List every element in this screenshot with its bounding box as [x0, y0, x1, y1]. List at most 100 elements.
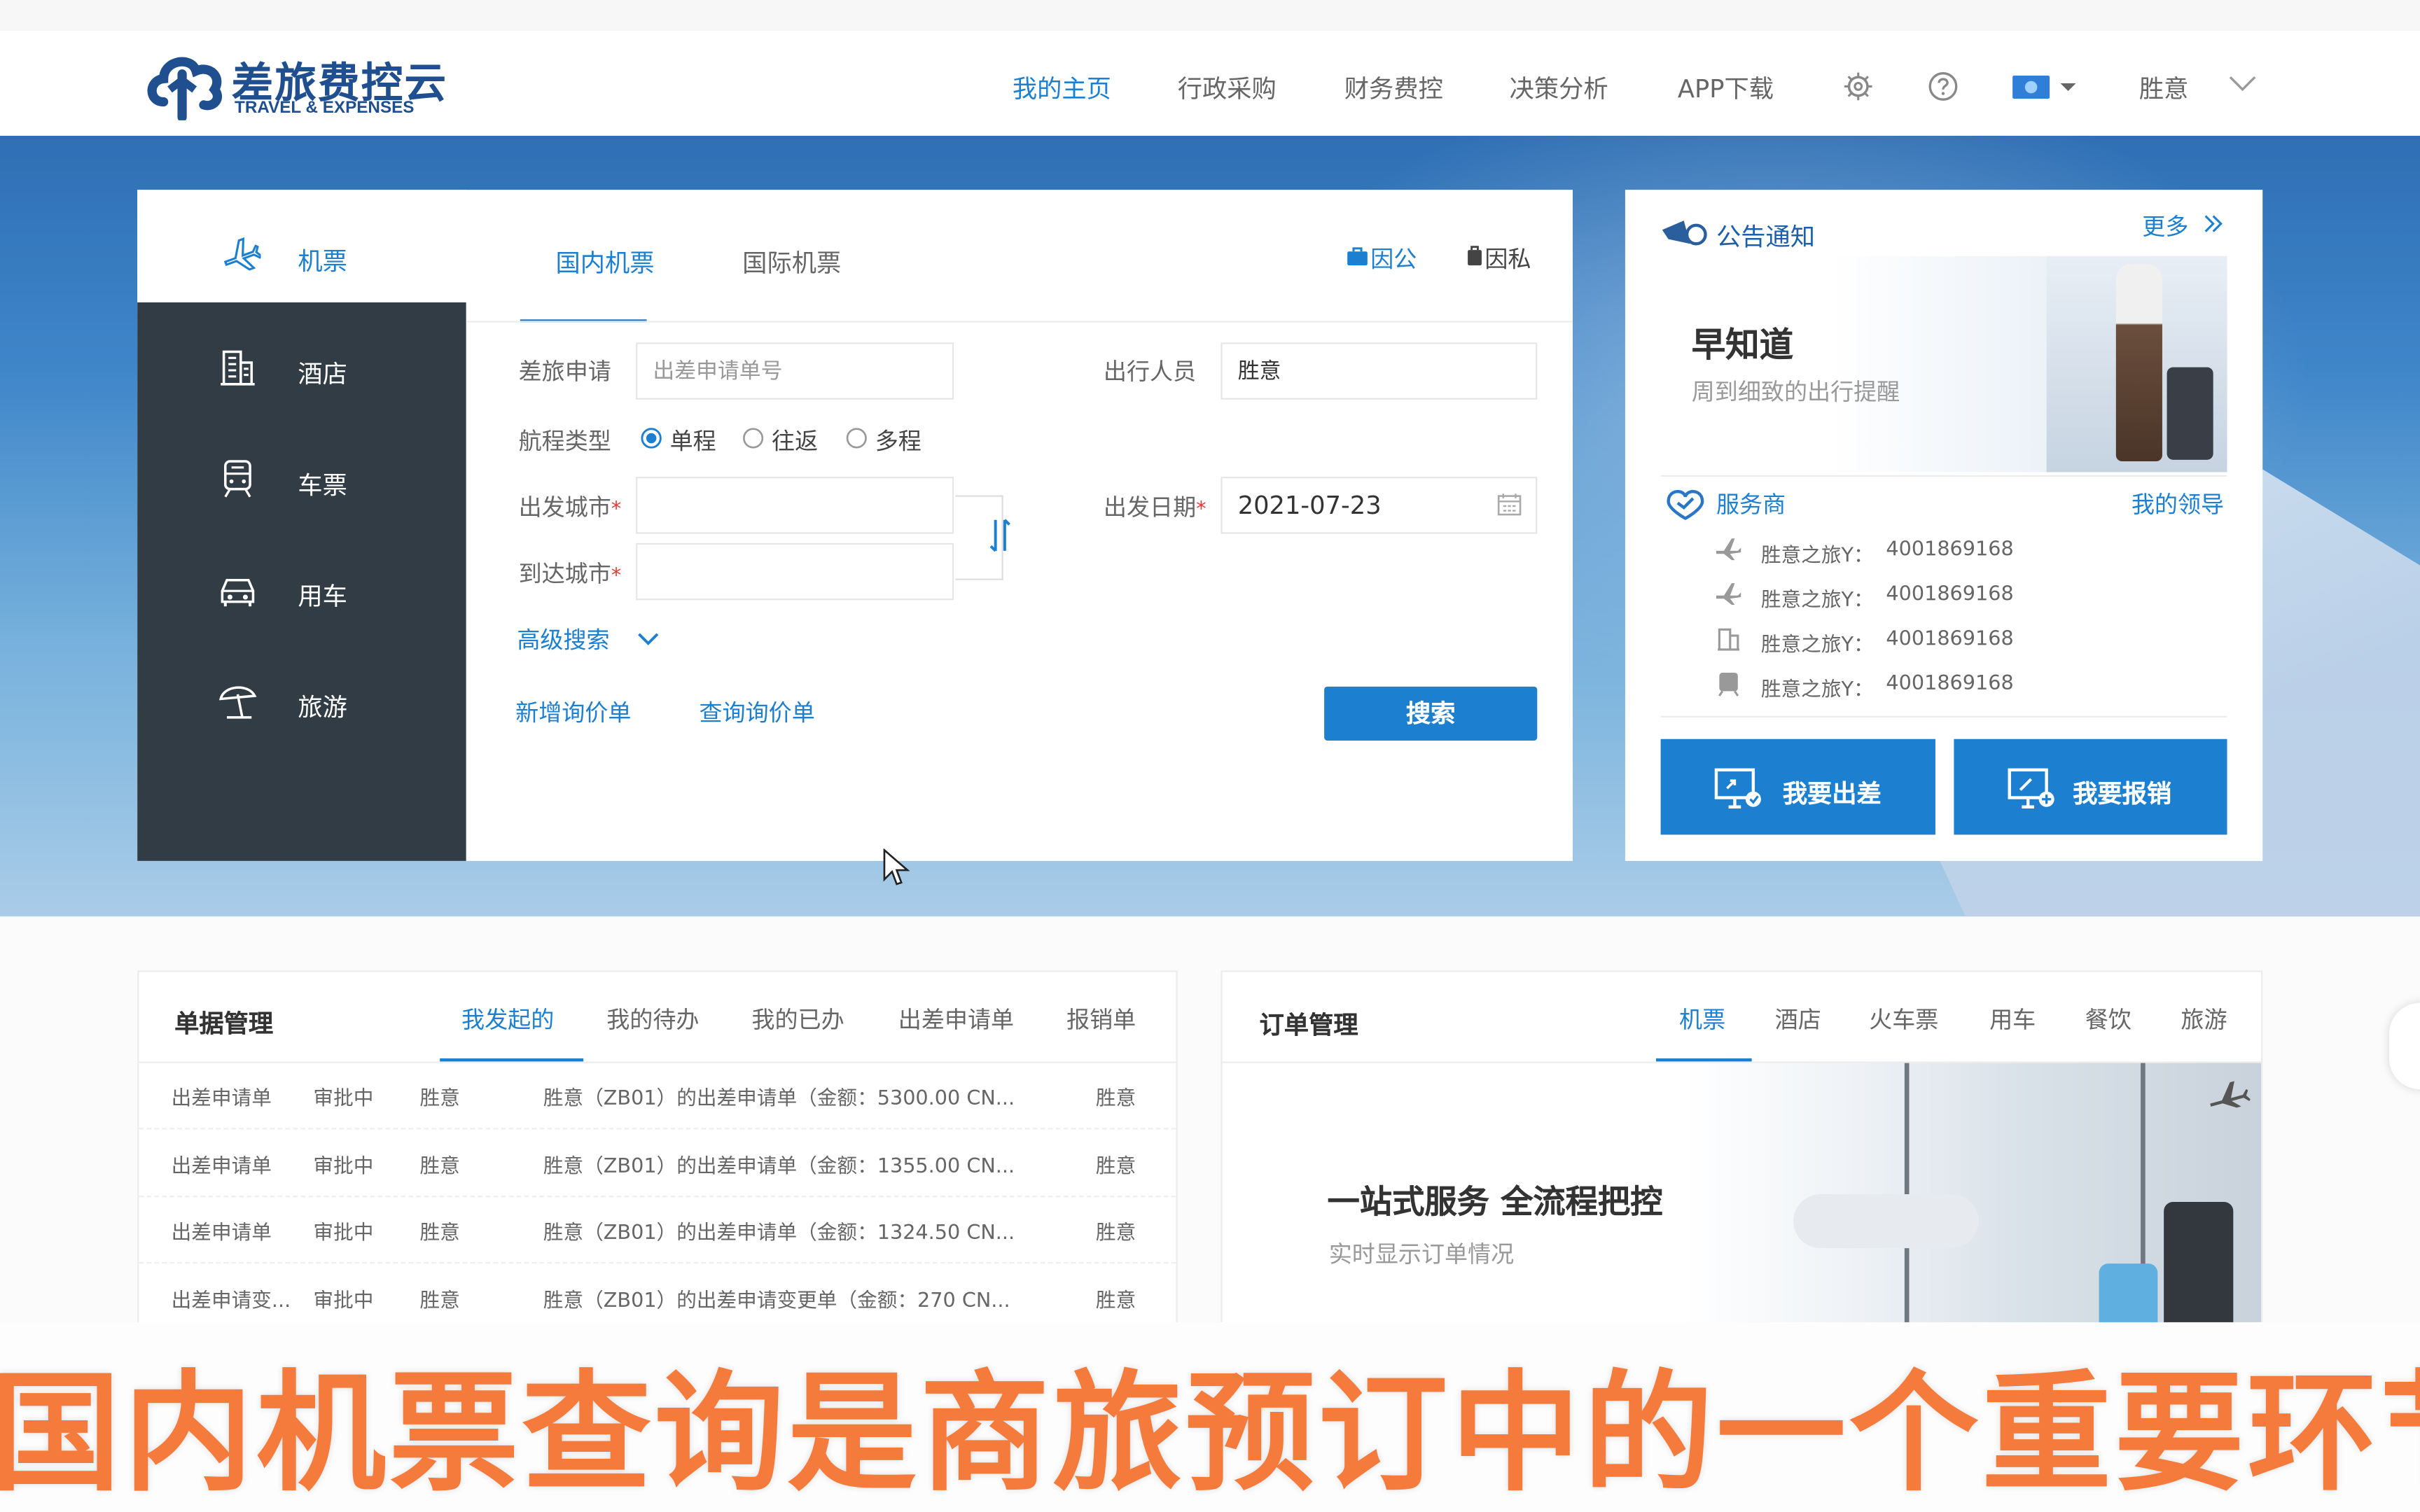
help-icon[interactable]: [1928, 71, 1959, 102]
reimburse-button[interactable]: 我要报销: [1954, 738, 2227, 835]
route-option-label: 单程: [669, 427, 716, 456]
nav-home[interactable]: 我的主页: [1013, 68, 1111, 105]
nav-app-download[interactable]: APP下载: [1678, 68, 1774, 105]
provider-row: 胜意之旅Y： 4001869168: [1715, 536, 2209, 569]
required-mark: *: [611, 498, 622, 522]
notice-title: 公告通知: [1716, 222, 1816, 252]
cloud-logo-icon: [147, 57, 223, 120]
nav-procurement[interactable]: 行政采购: [1178, 68, 1277, 105]
from-city-input[interactable]: [636, 477, 954, 534]
notice-more-link[interactable]: 更多: [2142, 210, 2188, 242]
my-leader-link[interactable]: 我的领导: [2132, 487, 2224, 519]
chevron-down-icon[interactable]: [2229, 74, 2257, 92]
trip-request-input[interactable]: 出差申请单号: [636, 342, 954, 400]
calendar-icon[interactable]: [1497, 492, 1522, 517]
sidebar-item-car[interactable]: 用车: [137, 532, 466, 643]
notice-divider: [1660, 715, 2227, 718]
table-row[interactable]: 出差申请单 审批中 胜意 胜意（ZB01）的出差申请单（金额：1355.00 C…: [139, 1129, 1176, 1198]
notice-more-label: 更多: [2142, 213, 2189, 241]
provider-phone: 4001869168: [1886, 628, 2014, 652]
trip-request-label: 差旅申请: [518, 358, 611, 386]
double-chevron-right-icon[interactable]: [2202, 213, 2224, 234]
date-label-text: 出发日期: [1103, 493, 1197, 522]
purpose-private[interactable]: 因私: [1484, 242, 1531, 274]
to-city-input[interactable]: [636, 542, 954, 601]
order-tab-hotel[interactable]: 酒店: [1775, 1003, 1821, 1035]
user-name[interactable]: 胜意: [2139, 68, 2189, 105]
table-row[interactable]: 出差申请单 审批中 胜意 胜意（ZB01）的出差申请单（金额：5300.00 C…: [139, 1061, 1176, 1130]
umbrella-icon: [218, 686, 257, 719]
required-mark: *: [611, 564, 622, 588]
doc-status: 审批中: [313, 1289, 374, 1313]
radio-checked-icon: [641, 428, 662, 449]
sidebar-item-train[interactable]: 车票: [137, 421, 466, 533]
radio-icon: [846, 428, 867, 449]
traveler-with-luggage-image: [2046, 255, 2227, 472]
sidebar-item-tour[interactable]: 旅游: [137, 643, 466, 755]
doc-tab-travel-request[interactable]: 出差申请单: [898, 1003, 1014, 1035]
doc-tab-done[interactable]: 我的已办: [751, 1003, 844, 1035]
route-radio-one-way[interactable]: 单程: [641, 424, 733, 455]
nav-analysis[interactable]: 决策分析: [1510, 68, 1608, 105]
traveler-figure: [2115, 263, 2162, 462]
search-button[interactable]: 搜索: [1324, 686, 1538, 741]
swap-cities-icon[interactable]: [989, 517, 1011, 554]
tab-international-flight[interactable]: 国际机票: [742, 242, 841, 279]
order-promo-subtitle: 实时显示订单情况: [1328, 1240, 1515, 1268]
traveler-input[interactable]: 胜意: [1221, 342, 1538, 400]
car-icon: [221, 578, 255, 607]
travel-apply-label: 我要出差: [1782, 779, 1882, 808]
brand-logo[interactable]: 差旅费控云 TRAVEL & EXPENSES: [145, 43, 477, 124]
gear-icon[interactable]: [1843, 71, 1874, 102]
new-inquiry-link[interactable]: 新增询价单: [515, 696, 631, 728]
floating-tool-button[interactable]: [2388, 1002, 2420, 1090]
doc-tab-initiated[interactable]: 我发起的: [461, 1003, 554, 1035]
chevron-down-icon[interactable]: [637, 631, 659, 646]
airplane-silhouette: [1793, 1194, 1979, 1249]
order-panel: 订单管理 机票 酒店 火车票 用车 餐饮 旅游 一站式服务 全流程把控 实时显示…: [1221, 970, 2263, 1372]
train-icon: [224, 460, 251, 498]
nav-finance[interactable]: 财务费控: [1344, 68, 1443, 105]
order-tab-train[interactable]: 火车票: [1869, 1003, 1938, 1035]
sidebar-label-hotel: 酒店: [298, 359, 347, 389]
travel-apply-button[interactable]: 我要出差: [1660, 738, 1935, 835]
promo-title: 早知道: [1691, 327, 1794, 366]
order-tab-flight[interactable]: 机票: [1679, 1003, 1725, 1035]
order-tab-dining[interactable]: 餐饮: [2085, 1003, 2132, 1035]
route-radio-round-trip[interactable]: 往返: [742, 424, 835, 455]
promo-card[interactable]: 早知道 周到细致的出行提醒: [1660, 255, 2227, 472]
doc-status: 审批中: [313, 1222, 374, 1245]
notice-divider: [1660, 475, 2227, 477]
sidebar-item-flight[interactable]: 机票: [137, 190, 466, 303]
order-panel-title: 订单管理: [1259, 1010, 1358, 1040]
travel-monitor-icon: [1714, 768, 1761, 808]
to-city-label-text: 到达城市: [518, 560, 611, 588]
provider-title: 服务商: [1716, 490, 1786, 519]
plane-icon: [1716, 538, 1741, 561]
plane-icon: [2210, 1081, 2251, 1108]
language-flag-icon[interactable]: [2011, 71, 2082, 102]
query-inquiry-link[interactable]: 查询询价单: [699, 696, 814, 728]
route-option-label: 往返: [772, 427, 819, 456]
order-tab-tour[interactable]: 旅游: [2181, 1003, 2227, 1035]
provider-phone: 4001869168: [1886, 672, 2014, 696]
route-radio-multi[interactable]: 多程: [846, 424, 938, 455]
doc-tab-reimbursement[interactable]: 报销单: [1066, 1003, 1136, 1035]
advanced-search-link[interactable]: 高级搜索: [517, 623, 609, 655]
sidebar-label-train: 车票: [298, 470, 347, 500]
sidebar-label-tour: 旅游: [298, 692, 347, 722]
doc-tab-todo[interactable]: 我的待办: [606, 1003, 699, 1035]
provider-name: 胜意之旅Y：: [1760, 634, 1874, 657]
doc-person: 胜意: [419, 1155, 460, 1179]
table-row[interactable]: 出差申请单 审批中 胜意 胜意（ZB01）的出差申请单（金额：1324.50 C…: [139, 1196, 1176, 1264]
sidebar-item-hotel[interactable]: 酒店: [137, 310, 466, 421]
purpose-business[interactable]: 因公: [1370, 242, 1417, 274]
search-button-label: 搜索: [1405, 699, 1456, 729]
order-tab-car[interactable]: 用车: [1989, 1003, 2036, 1035]
table-row[interactable]: 出差申请变... 审批中 胜意 胜意（ZB01）的出差申请变更单（金额：270 …: [139, 1264, 1176, 1332]
from-city-label-text: 出发城市: [518, 493, 611, 522]
doc-description: 胜意（ZB01）的出差申请单（金额：1355.00 CN...: [543, 1155, 1015, 1179]
departure-date-input[interactable]: 2021-07-23: [1221, 477, 1538, 534]
doc-description: 胜意（ZB01）的出差申请变更单（金额：270 CN...: [543, 1289, 1010, 1313]
tab-domestic-flight[interactable]: 国内机票: [555, 242, 654, 279]
